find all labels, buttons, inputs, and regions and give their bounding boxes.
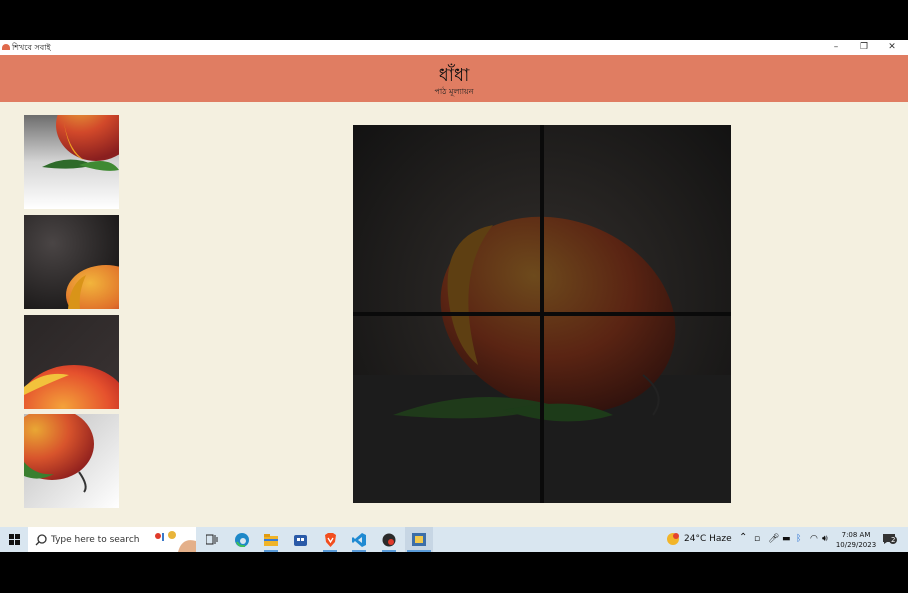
volume-icon[interactable]: 🔊︎ xyxy=(822,534,828,544)
minimize-button[interactable]: – xyxy=(829,41,843,53)
device-icon[interactable]: ▫ xyxy=(754,534,760,544)
puzzle-piece-3[interactable] xyxy=(24,315,119,409)
task-view-button[interactable] xyxy=(203,527,221,552)
store-icon xyxy=(293,535,307,546)
app-window: শিখবে সবাই – ❐ ✕ ধাঁধা পাঠ মূল্যায়ন xyxy=(0,40,908,527)
clock-date: 10/29/2023 xyxy=(835,541,877,549)
start-button[interactable] xyxy=(4,527,24,552)
brave-icon xyxy=(324,532,336,547)
puzzle-piece-1[interactable] xyxy=(24,115,119,209)
taskbar: Type here to search 24°C Haze ⌃ ▫ 🎤︎ ▬ ᛒ… xyxy=(0,527,908,552)
chevron-up-icon[interactable]: ⌃ xyxy=(739,532,747,543)
puzzle-board[interactable] xyxy=(353,125,731,503)
battery-icon[interactable]: ▬ xyxy=(782,534,791,544)
search-placeholder: Type here to search xyxy=(51,535,140,545)
edge-icon xyxy=(235,532,249,547)
taskbar-app-edge[interactable] xyxy=(232,527,252,552)
puzzle-piece-4[interactable] xyxy=(24,414,119,508)
vscode-icon xyxy=(352,532,366,547)
taskbar-app-vscode[interactable] xyxy=(349,527,369,552)
restore-button[interactable]: ❐ xyxy=(857,41,871,53)
python-app-icon xyxy=(412,533,426,546)
window-title: শিখবে সবাই xyxy=(12,43,51,52)
app-icon xyxy=(2,44,10,50)
taskbar-clock[interactable]: 7:08 AM 10/29/2023 xyxy=(834,530,878,550)
app-circle-icon xyxy=(382,533,396,546)
folder-icon xyxy=(264,533,278,546)
taskbar-app-brave[interactable] xyxy=(320,527,340,552)
search-highlight-icon xyxy=(155,531,196,552)
title-bar: শিখবে সবাই – ❐ ✕ xyxy=(0,40,908,55)
header-banner: ধাঁধা পাঠ মূল্যায়ন xyxy=(0,55,908,102)
notification-button[interactable]: 2 xyxy=(882,533,898,545)
taskbar-app-file-explorer[interactable] xyxy=(261,527,281,552)
microphone-icon[interactable]: 🎤︎ xyxy=(768,534,779,544)
bluetooth-icon[interactable]: ᛒ xyxy=(796,534,801,544)
task-view-icon xyxy=(206,534,218,545)
page-subtitle: পাঠ মূল্যায়ন xyxy=(434,87,474,96)
taskbar-search-box[interactable]: Type here to search xyxy=(28,527,196,552)
weather-text[interactable]: 24°C Haze xyxy=(684,534,732,544)
windows-logo-icon xyxy=(8,534,20,545)
taskbar-app-python-active[interactable] xyxy=(405,527,433,552)
taskbar-app-obs[interactable] xyxy=(379,527,399,552)
puzzle-piece-2[interactable] xyxy=(24,215,119,309)
notification-badge: 2 xyxy=(889,536,898,544)
search-icon xyxy=(35,534,47,546)
wifi-icon[interactable]: ◠ xyxy=(810,534,818,544)
weather-haze-icon xyxy=(667,533,679,545)
close-button[interactable]: ✕ xyxy=(885,41,899,53)
clock-time: 7:08 AM xyxy=(841,531,871,539)
taskbar-app-store[interactable] xyxy=(290,527,310,552)
